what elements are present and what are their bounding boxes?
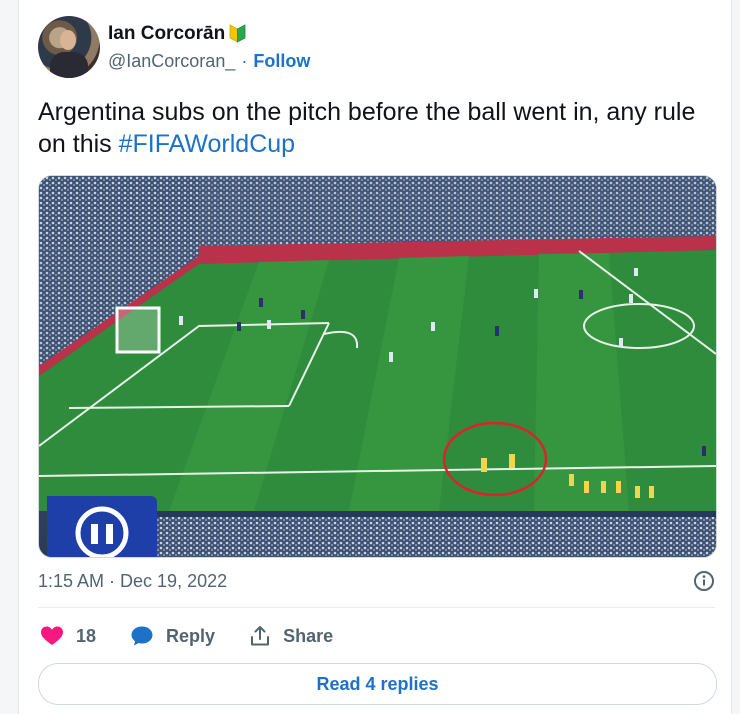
like-count: 18 — [76, 625, 97, 646]
name-row: Ian Corcorān — [108, 23, 310, 45]
tweet-actions: 18 Reply Share — [40, 622, 367, 650]
user-meta: Ian Corcorān @IanCorcoran_ · Follow — [108, 23, 310, 72]
read-replies-button[interactable]: Read 4 replies — [38, 663, 717, 705]
tweet-header: Ian Corcorān @IanCorcoran_ · Follow — [38, 14, 310, 80]
handle-row: @IanCorcoran_ · Follow — [108, 51, 310, 72]
separator-dot: · — [241, 50, 248, 71]
share-button[interactable]: Share — [249, 625, 333, 647]
tweet-timestamp[interactable]: 1:15 AM · Dec 19, 2022 — [38, 571, 227, 592]
reply-button[interactable]: Reply — [130, 625, 215, 647]
right-window-edge — [731, 0, 740, 714]
divider — [38, 607, 715, 608]
beginner-leaf-icon — [229, 24, 246, 43]
tweet-text: Argentina subs on the pitch before the b… — [38, 96, 708, 160]
display-name[interactable]: Ian Corcorān — [108, 23, 225, 45]
left-window-edge — [0, 0, 19, 714]
tweet-media-image[interactable] — [38, 175, 717, 558]
share-label: Share — [283, 625, 334, 646]
follow-button[interactable]: Follow — [253, 51, 310, 72]
heart-icon — [41, 626, 63, 645]
timestamp-row: 1:15 AM · Dec 19, 2022 — [38, 570, 715, 594]
hashtag-link[interactable]: #FIFAWorldCup — [119, 130, 295, 158]
pause-icon[interactable] — [47, 496, 157, 557]
user-handle[interactable]: @IanCorcoran_ — [108, 51, 235, 72]
like-button[interactable]: 18 — [40, 625, 96, 647]
reply-bubble-icon — [131, 626, 153, 646]
info-icon[interactable] — [693, 570, 715, 592]
reply-label: Reply — [166, 625, 216, 646]
avatar[interactable] — [38, 16, 100, 78]
share-upload-icon — [251, 626, 270, 646]
